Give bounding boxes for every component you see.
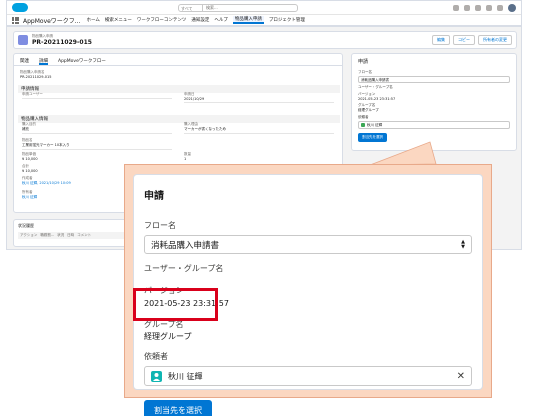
zoom-flow-value: 消耗品購入申請書	[151, 240, 220, 251]
zoom-requester-label: 依頼者	[144, 352, 168, 361]
close-icon[interactable]: ✕	[457, 371, 465, 382]
zoom-requester-value: 秋川 征輝	[168, 371, 203, 381]
highlight-box	[133, 288, 218, 321]
zoom-flow-label: フロー名	[144, 221, 176, 230]
zoom-groupname-value: 経理グループ	[144, 332, 192, 341]
zoom-requester-pill[interactable]: 秋川 征輝 ✕	[144, 366, 472, 386]
zoom-panel-title: 申請	[144, 191, 164, 202]
zoom-flow-select[interactable]: 消耗品購入申請書 ▲ ▼	[144, 235, 472, 254]
screenshot-root: すべて 検索... AppMoveワークフ... ホーム 検索メニュー ワークフ…	[0, 0, 542, 416]
zoom-group-label: ユーザー・グループ名	[144, 264, 224, 273]
zoom-select-assignee-button[interactable]: 割当先を選択	[144, 400, 212, 416]
select-caret-icon: ▲ ▼	[461, 238, 465, 250]
user-icon	[151, 370, 162, 382]
request-panel-zoom: 申請 フロー名 消耗品購入申請書 ▲ ▼ ユーザー・グループ名 バージョン 202…	[133, 174, 483, 416]
